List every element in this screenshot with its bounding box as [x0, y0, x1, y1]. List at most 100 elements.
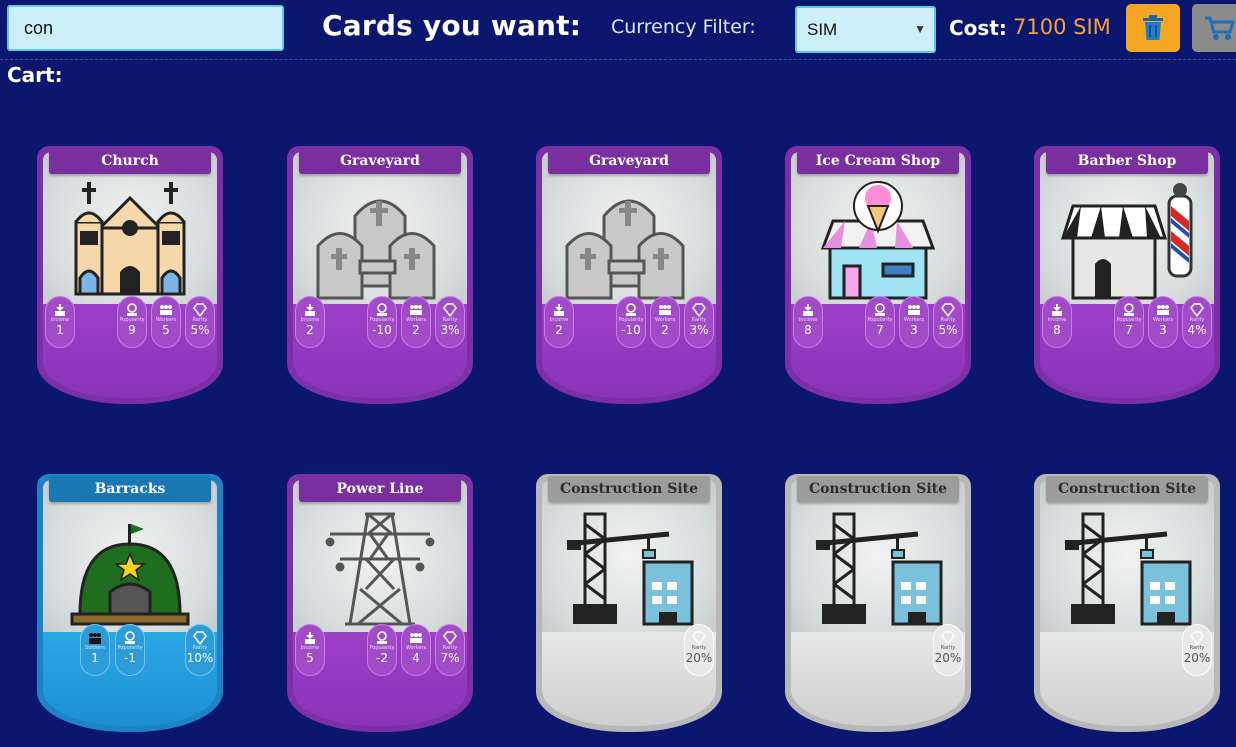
stat-popularity: Popularity -1 [115, 624, 145, 676]
card-name: Graveyard [299, 148, 461, 174]
stat-value: 3% [689, 323, 709, 337]
cost-value: 7100 SIM [1013, 15, 1111, 39]
card-construction-site[interactable]: Construction Site Rarity 20% [785, 474, 971, 732]
popularity-icon [623, 302, 639, 316]
stat-value: -2 [376, 651, 388, 665]
barber-shop-icon [1057, 176, 1197, 301]
stat-value: 20% [934, 651, 962, 665]
stat-value: 7 [1125, 323, 1133, 337]
stat-value: 7 [876, 323, 884, 337]
stat-value: 2 [412, 323, 420, 337]
card-barracks[interactable]: Barracks Soldiers 1 Popularity -1 Rarity 10% [37, 474, 223, 732]
stat-value: 2 [306, 323, 314, 337]
stat-value: 8 [1053, 323, 1061, 337]
card-name: Ice Cream Shop [797, 148, 959, 174]
card-power-line[interactable]: Power Line Income 5 Popularity -2 Workers 4 Rar… [287, 474, 473, 732]
stat-rarity: Rarity 20% [684, 624, 714, 676]
card-ice-cream-shop[interactable]: Ice Cream Shop Income 8 Popularity 7 Workers 3… [785, 146, 971, 404]
stat-income: Income 2 [544, 296, 574, 348]
workers-icon [158, 302, 174, 316]
popularity-icon [1121, 302, 1137, 316]
power-line-icon [310, 504, 450, 629]
cart-icon [1205, 16, 1236, 40]
stat-popularity: Popularity -10 [367, 296, 397, 348]
search-input[interactable] [7, 5, 284, 51]
stat-value: 1 [91, 651, 99, 665]
stat-value: 20% [685, 651, 713, 665]
construction-site-icon [1057, 504, 1197, 629]
stat-value: 7% [440, 651, 460, 665]
card-construction-site[interactable]: Construction Site Rarity 20% [536, 474, 722, 732]
graveyard-icon [559, 176, 699, 301]
stat-income: Income 2 [295, 296, 325, 348]
currency-filter-label: Currency Filter: [611, 16, 756, 38]
income-icon [302, 630, 318, 644]
popularity-icon [124, 302, 140, 316]
cost-label: Cost: [949, 16, 1007, 40]
stat-income: Income 8 [1042, 296, 1072, 348]
stat-value: -10 [621, 323, 641, 337]
rarity-icon [691, 630, 707, 646]
stat-workers: Workers 2 [401, 296, 431, 348]
card-construction-site[interactable]: Construction Site Rarity 20% [1034, 474, 1220, 732]
cart-button[interactable] [1192, 4, 1236, 52]
stat-value: 8 [804, 323, 812, 337]
stat-value: 3 [1159, 323, 1167, 337]
card-church[interactable]: Church Income 1 Popularity 9 Workers 5 Rarity 5% [37, 146, 223, 404]
stat-value: 5 [162, 323, 170, 337]
stat-workers: Workers 2 [650, 296, 680, 348]
stat-rarity: Rarity 20% [1182, 624, 1212, 676]
currency-filter-select[interactable]: SIM ▼ [795, 6, 936, 53]
stat-popularity: Popularity -2 [367, 624, 397, 676]
popularity-icon [872, 302, 888, 316]
card-name: Church [49, 148, 211, 174]
workers-icon [1155, 302, 1171, 316]
graveyard-icon [310, 176, 450, 301]
rarity-icon [192, 630, 208, 646]
stat-income: Income 8 [793, 296, 823, 348]
stat-popularity: Popularity -10 [616, 296, 646, 348]
stat-rarity: Rarity 20% [933, 624, 963, 676]
stat-value: 20% [1183, 651, 1211, 665]
income-icon [551, 302, 567, 316]
chevron-down-icon: ▼ [914, 22, 926, 36]
card-name: Construction Site [548, 476, 710, 502]
income-icon [800, 302, 816, 316]
stat-value: -10 [372, 323, 392, 337]
trash-icon [1143, 15, 1163, 40]
soldiers-icon [87, 630, 103, 644]
ice-cream-shop-icon [808, 176, 948, 301]
rarity-icon [940, 630, 956, 646]
stat-value: 4 [412, 651, 420, 665]
stat-value: 1 [56, 323, 64, 337]
stat-value: 9 [128, 323, 136, 337]
card-name: Barber Shop [1046, 148, 1208, 174]
rarity-icon [691, 302, 707, 318]
page-title: Cards you want: [322, 9, 582, 42]
stat-popularity: Popularity 7 [865, 296, 895, 348]
card-barber-shop[interactable]: Barber Shop Income 8 Popularity 7 Workers 3 Rar… [1034, 146, 1220, 404]
stat-value: 3% [440, 323, 460, 337]
rarity-icon [192, 302, 208, 318]
workers-icon [408, 302, 424, 316]
workers-icon [408, 630, 424, 644]
clear-cart-button[interactable] [1126, 4, 1180, 52]
stat-popularity: Popularity 7 [1114, 296, 1144, 348]
income-icon [52, 302, 68, 316]
workers-icon [657, 302, 673, 316]
stat-value: 10% [186, 651, 214, 665]
rarity-icon [1189, 302, 1205, 318]
stat-rarity: Rarity 5% [933, 296, 963, 348]
stat-rarity: Rarity 10% [185, 624, 215, 676]
card-graveyard[interactable]: Graveyard Income 2 Popularity -10 Workers 2 Rar… [536, 146, 722, 404]
stat-value: 5% [190, 323, 210, 337]
card-name: Construction Site [797, 476, 959, 502]
church-icon [60, 176, 200, 301]
stat-rarity: Rarity 7% [435, 624, 465, 676]
currency-filter-value: SIM [807, 20, 838, 39]
stat-workers: Workers 3 [899, 296, 929, 348]
card-graveyard[interactable]: Graveyard Income 2 Popularity -10 Workers 2 Rar… [287, 146, 473, 404]
stat-popularity: Popularity 9 [117, 296, 147, 348]
construction-site-icon [559, 504, 699, 629]
barracks-icon [60, 504, 200, 629]
